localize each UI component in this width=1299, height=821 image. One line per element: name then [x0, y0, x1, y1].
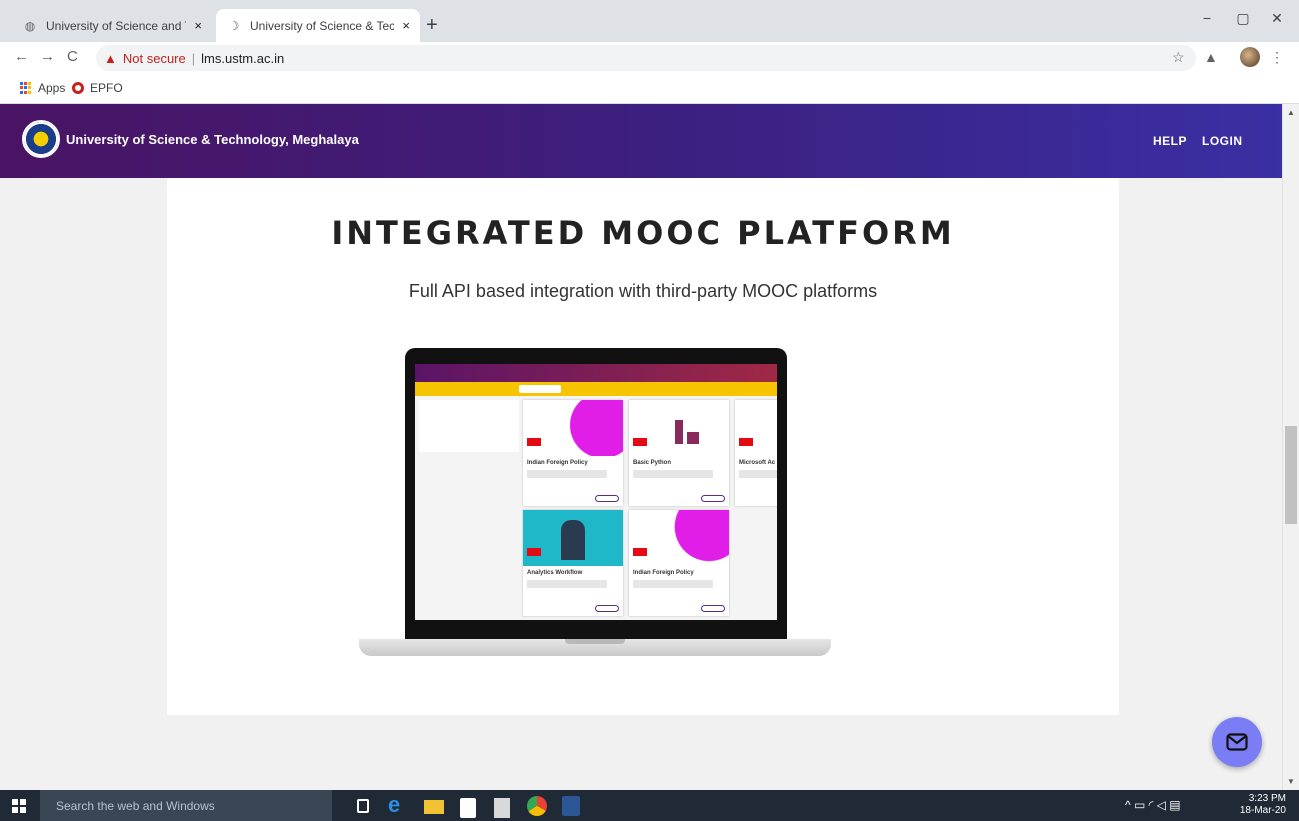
bookmarks-bar: Apps EPFO [0, 74, 1299, 104]
mockup-header [415, 364, 777, 382]
windows-start-icon[interactable] [12, 799, 26, 813]
browser-toolbar: ← → C ▲ Not secure | lms.ustm.ac.in ☆ ▲ … [0, 42, 1299, 74]
task-view-icon[interactable] [357, 799, 369, 813]
mockup-course-card: Indian Foreign Policy [629, 510, 729, 616]
taskbar-search-input[interactable]: Search the web and Windows [40, 790, 332, 821]
close-window-button[interactable]: ✕ [1265, 10, 1289, 27]
section-subheading: Full API based integration with third-pa… [408, 281, 878, 301]
store-icon[interactable] [460, 798, 476, 818]
site-favicon-icon: ☽ [228, 18, 240, 33]
bookmark-epfo[interactable]: EPFO [72, 81, 123, 95]
laptop-bezel: Indian Foreign Policy Basic Python Micro… [405, 348, 787, 639]
globe-icon: ◍ [24, 18, 36, 33]
reload-icon[interactable]: C [67, 48, 78, 65]
mockup-course-card: Basic Python [629, 400, 729, 506]
mockup-course-title: Basic Python [633, 460, 672, 466]
edge-icon[interactable]: e [388, 792, 408, 817]
clock-time: 3:23 PM [1248, 793, 1286, 804]
clock-date: 18-Mar-20 [1239, 805, 1286, 816]
extension-icon[interactable]: ▲ [1204, 49, 1218, 65]
battery-icon: ▭ [1133, 798, 1146, 812]
system-tray[interactable]: ^ ▭ ◜ ◁ ▤ [1125, 798, 1181, 812]
word-icon[interactable] [562, 796, 580, 816]
volume-icon: ◁ [1156, 798, 1166, 812]
epfo-icon [72, 82, 84, 94]
bookmark-label: EPFO [90, 81, 123, 95]
scroll-down-arrow-icon[interactable]: ▼ [1287, 777, 1295, 786]
university-logo[interactable] [22, 120, 60, 158]
mockup-filter-panel [419, 400, 519, 452]
wifi-icon: ◜ [1148, 798, 1154, 812]
address-bar[interactable]: ▲ Not secure | lms.ustm.ac.in [96, 45, 1196, 71]
back-icon[interactable]: ← [14, 48, 29, 65]
tray-overflow-icon[interactable]: ^ [1125, 798, 1131, 812]
warning-icon: ▲ [104, 50, 117, 66]
section-heading: INTEGRATED MOOC PLATFORM [331, 214, 955, 252]
mail-icon [1226, 733, 1248, 751]
bookmark-label: Apps [38, 81, 66, 95]
page-viewport: University of Science & Technology, Megh… [0, 104, 1282, 790]
help-link[interactable]: HELP [1153, 134, 1187, 148]
mockup-course-card: Indian Foreign Policy [523, 400, 623, 506]
browser-tab-active[interactable]: ☽ University of Science & Technolo × [216, 9, 420, 42]
mockup-course-title: Analytics Workflow [527, 570, 583, 576]
windows-taskbar: Search the web and Windows e ^ ▭ ◜ ◁ ▤ 3… [0, 790, 1299, 821]
bookmark-apps[interactable]: Apps [20, 81, 65, 95]
laptop-screen: Indian Foreign Policy Basic Python Micro… [415, 364, 777, 620]
mockup-course-card: Microsoft Ac [735, 400, 777, 506]
site-header: University of Science & Technology, Megh… [0, 104, 1282, 178]
bookmark-star-icon[interactable]: ☆ [1172, 49, 1185, 66]
close-tab-icon[interactable]: × [402, 18, 410, 33]
maximize-button[interactable]: ▢ [1231, 10, 1255, 27]
mockup-course-title: Indian Foreign Policy [633, 570, 694, 576]
file-explorer-icon[interactable] [424, 800, 444, 814]
apps-grid-icon [20, 82, 32, 94]
mockup-banner [415, 382, 777, 396]
feature-card: INTEGRATED MOOC PLATFORM Full API based … [167, 178, 1119, 715]
laptop-illustration: Indian Foreign Policy Basic Python Micro… [359, 348, 831, 656]
mockup-course-title: Indian Foreign Policy [527, 460, 588, 466]
new-tab-button[interactable]: + [426, 15, 438, 35]
scrollbar-thumb[interactable] [1285, 426, 1297, 524]
tab-title: University of Science & Technolo [250, 18, 395, 33]
mockup-button [519, 385, 561, 393]
forward-icon[interactable]: → [40, 48, 55, 65]
notifications-icon[interactable]: ▤ [1169, 798, 1180, 812]
taskbar-clock[interactable]: 3:23 PM 18-Mar-20 [1230, 793, 1286, 817]
scroll-up-arrow-icon[interactable]: ▲ [1287, 108, 1295, 117]
browser-tab[interactable]: ◍ University of Science and Techno × [12, 9, 212, 42]
tab-title: University of Science and Techno [46, 18, 186, 33]
security-label: Not secure [122, 50, 186, 66]
mockup-course-title: Microsoft Ac [739, 460, 776, 466]
contact-message-button[interactable] [1212, 717, 1262, 767]
mockup-course-card: Analytics Workflow [523, 510, 623, 616]
chrome-icon[interactable] [527, 796, 547, 816]
browser-tab-strip: ◍ University of Science and Techno × ☽ U… [0, 0, 1299, 42]
site-title[interactable]: University of Science & Technology, Megh… [66, 132, 359, 147]
address-separator: | [191, 50, 196, 66]
url-text: lms.ustm.ac.in [201, 50, 285, 66]
close-tab-icon[interactable]: × [194, 18, 202, 33]
menu-icon[interactable]: ⋮ [1270, 49, 1284, 66]
minimize-button[interactable]: − [1195, 10, 1219, 26]
login-link[interactable]: LOGIN [1202, 134, 1243, 148]
profile-avatar[interactable] [1240, 47, 1260, 67]
laptop-notch [565, 639, 625, 644]
calculator-icon[interactable] [494, 798, 510, 818]
page-scrollbar[interactable]: ▲ ▼ [1282, 104, 1299, 790]
